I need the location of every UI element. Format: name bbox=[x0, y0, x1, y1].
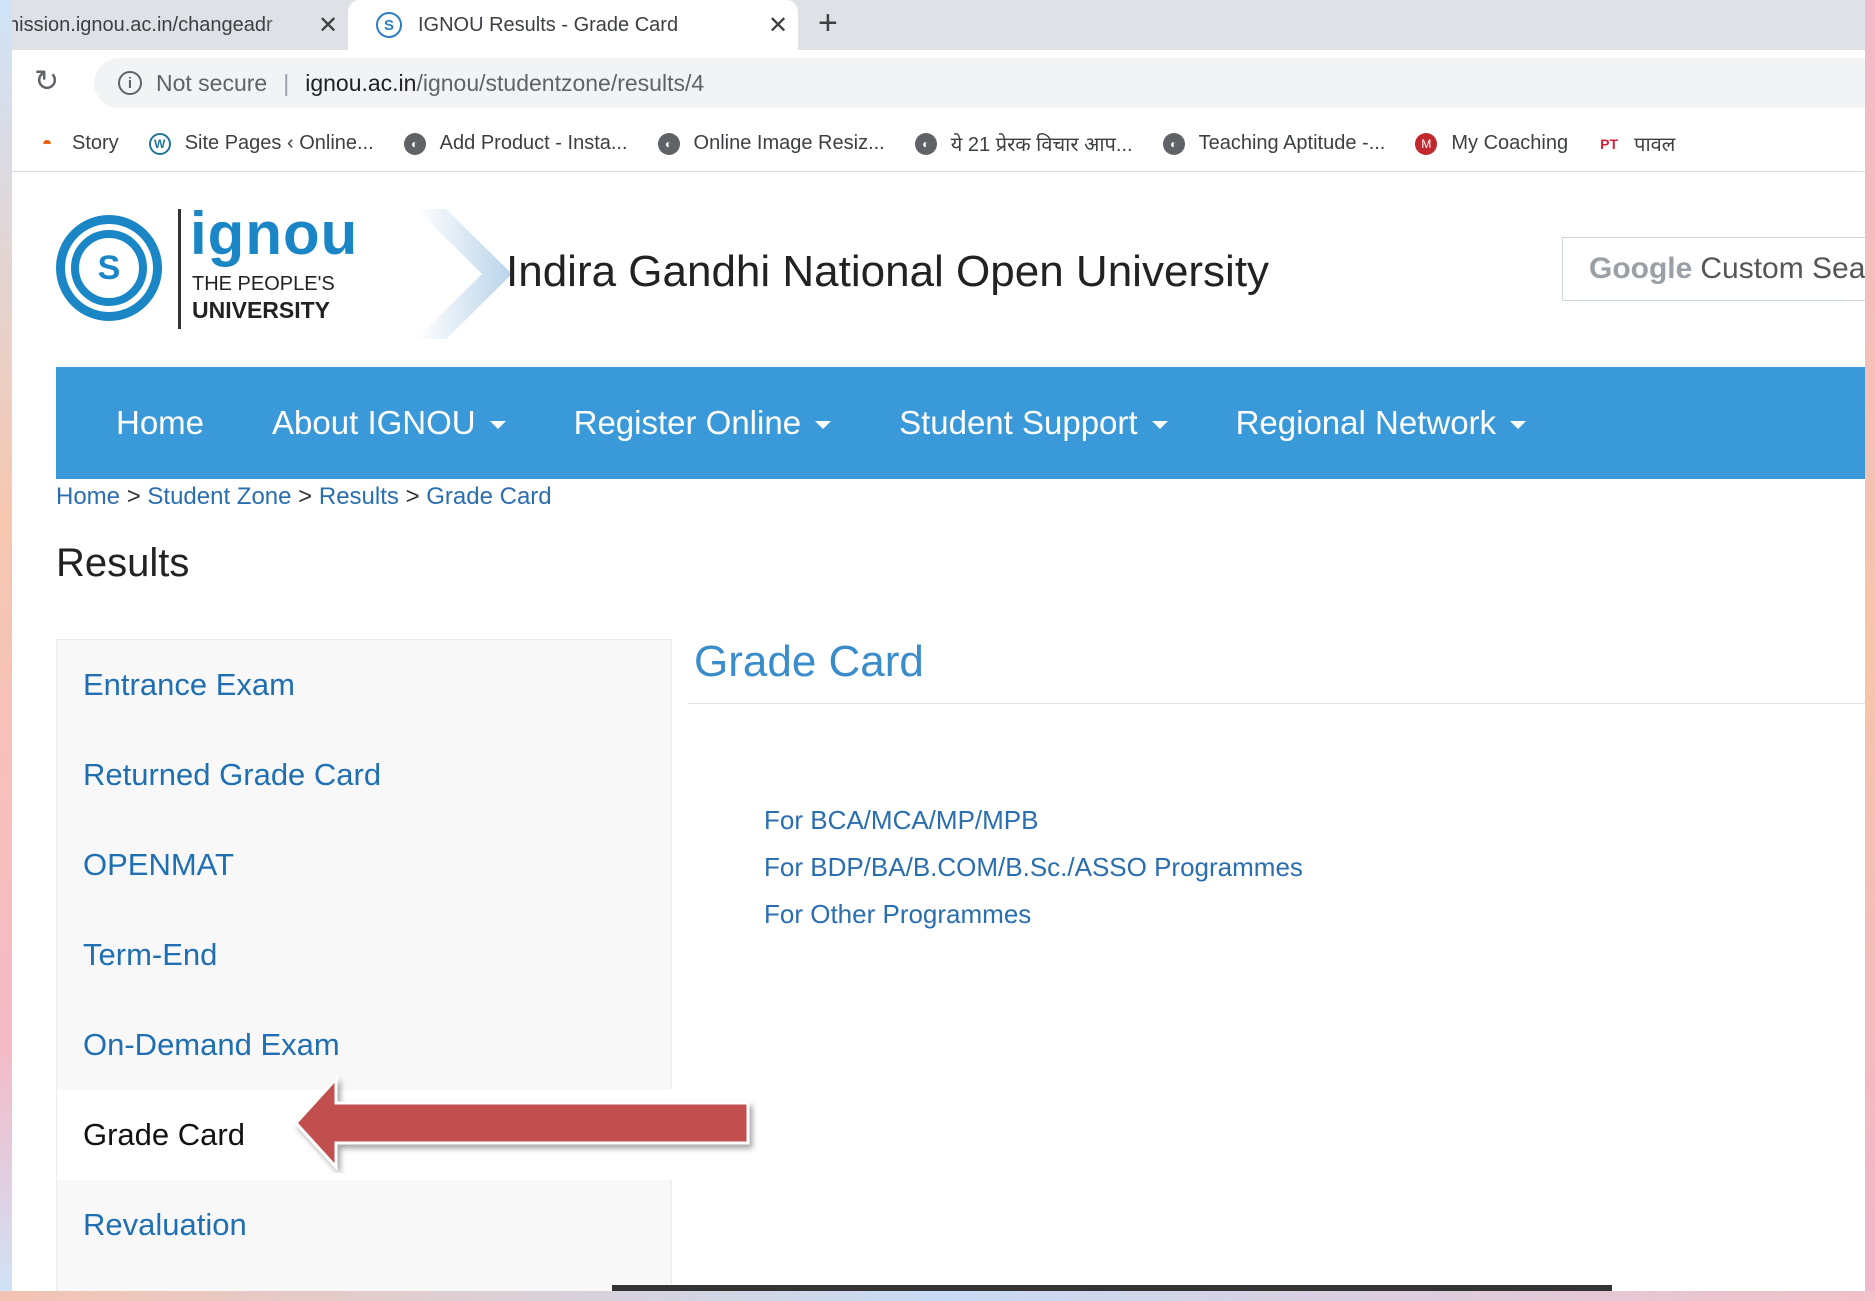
info-icon[interactable]: i bbox=[118, 71, 142, 95]
content-title: Grade Card bbox=[694, 637, 924, 686]
nav-label: Register Online bbox=[573, 404, 802, 441]
frame-bottom-edge bbox=[0, 1291, 1875, 1301]
breadcrumb-separator: > bbox=[126, 483, 141, 510]
ignou-logo[interactable]: S ignou THE PEOPLE'S UNIVERSITY bbox=[56, 200, 376, 329]
page-title: Results bbox=[56, 541, 190, 585]
bookmark-pawal[interactable]: PT पावल bbox=[1598, 130, 1675, 157]
breadcrumb-separator: > bbox=[405, 483, 420, 510]
bookmark-label: Online Image Resiz... bbox=[693, 132, 885, 154]
breadcrumb-student-zone[interactable]: Student Zone bbox=[147, 483, 291, 510]
plus-icon[interactable]: + bbox=[818, 4, 838, 43]
nav-about-ignou[interactable]: About IGNOU bbox=[272, 404, 506, 442]
bookmark-image-resizer[interactable]: ◐ Online Image Resiz... bbox=[657, 132, 885, 155]
nav-label: Student Support bbox=[899, 404, 1138, 441]
link-bca-mca[interactable]: For BCA/MCA/MP/MPB bbox=[764, 805, 1303, 836]
web-page: S ignou THE PEOPLE'S UNIVERSITY Indira G… bbox=[12, 173, 1865, 1291]
tab-results[interactable]: S IGNOU Results - Grade Card ✕ bbox=[348, 0, 798, 50]
breadcrumb: Home > Student Zone > Results > Grade Ca… bbox=[56, 483, 552, 511]
main-nav: Home About IGNOU Register Online Student… bbox=[56, 367, 1865, 479]
taskbar-edge bbox=[612, 1285, 1612, 1291]
url-separator: | bbox=[283, 69, 290, 96]
sidebar-item-openmat[interactable]: OPENMAT bbox=[57, 820, 673, 910]
story-icon: ◓ bbox=[41, 133, 53, 153]
ignou-favicon-icon: S bbox=[376, 12, 402, 38]
left-arrow-icon bbox=[293, 1075, 750, 1171]
close-icon[interactable]: ✕ bbox=[308, 11, 348, 40]
bookmark-site-pages[interactable]: W Site Pages ‹ Online... bbox=[148, 132, 374, 155]
bookmark-label: Story bbox=[72, 132, 119, 154]
nav-register-online[interactable]: Register Online bbox=[573, 404, 832, 442]
nav-student-support[interactable]: Student Support bbox=[899, 404, 1168, 442]
reload-icon[interactable]: ↻ bbox=[34, 64, 59, 99]
bookmark-add-product[interactable]: ◐ Add Product - Insta... bbox=[403, 132, 628, 155]
my-coaching-icon: M bbox=[1415, 132, 1438, 155]
results-sidebar: Entrance Exam Returned Grade Card OPENMA… bbox=[56, 639, 673, 1291]
site-title: Indira Gandhi National Open University bbox=[506, 247, 1270, 296]
nav-label: Regional Network bbox=[1235, 404, 1497, 441]
globe-icon: ◐ bbox=[657, 132, 680, 155]
globe-icon: ◐ bbox=[914, 132, 937, 155]
tab-title: hission.ignou.ac.in/changeadr bbox=[12, 13, 273, 36]
caret-down-icon bbox=[489, 421, 506, 429]
globe-icon: ◐ bbox=[403, 132, 426, 155]
bookmark-label: पावल bbox=[1634, 134, 1676, 156]
breadcrumb-results[interactable]: Results bbox=[319, 483, 399, 510]
address-bar[interactable]: i Not secure | ignou.ac.in /ignou/studen… bbox=[94, 58, 1865, 108]
header-chevron-icon bbox=[416, 209, 512, 339]
frame-left-edge bbox=[0, 0, 12, 1301]
security-label[interactable]: Not secure bbox=[156, 70, 267, 97]
bookmark-label: My Coaching bbox=[1451, 132, 1569, 154]
bookmark-story[interactable]: ◓ Story bbox=[36, 132, 119, 155]
google-brand: Google bbox=[1589, 252, 1693, 285]
caret-down-icon bbox=[1151, 421, 1168, 429]
sidebar-item-term-end[interactable]: Term-End bbox=[57, 910, 673, 1000]
address-toolbar: ↻ i Not secure | ignou.ac.in /ignou/stud… bbox=[12, 50, 1865, 116]
bookmark-hindi-quotes[interactable]: ◐ ये 21 प्रेरक विचार आप... bbox=[914, 130, 1133, 157]
bookmark-label: Teaching Aptitude -... bbox=[1198, 132, 1386, 154]
caret-down-icon bbox=[815, 421, 832, 429]
grade-card-links: For BCA/MCA/MP/MPB For BDP/BA/B.COM/B.Sc… bbox=[764, 805, 1303, 946]
bookmark-teaching-aptitude[interactable]: ◐ Teaching Aptitude -... bbox=[1162, 132, 1386, 155]
content-divider bbox=[688, 703, 1865, 704]
browser-window: hission.ignou.ac.in/changeadr ✕ S IGNOU … bbox=[12, 0, 1865, 1291]
bookmark-label: ये 21 प्रेरक विचार आप... bbox=[950, 134, 1133, 156]
globe-icon: ◐ bbox=[1162, 132, 1185, 155]
tab-strip: hission.ignou.ac.in/changeadr ✕ S IGNOU … bbox=[12, 0, 1865, 50]
frame-right-edge bbox=[1865, 0, 1875, 1301]
link-bdp-ba[interactable]: For BDP/BA/B.COM/B.Sc./ASSO Programmes bbox=[764, 852, 1303, 883]
nav-label: Home bbox=[116, 404, 205, 441]
nav-regional-network[interactable]: Regional Network bbox=[1235, 404, 1527, 442]
search-placeholder: Custom Sea bbox=[1700, 252, 1865, 285]
breadcrumb-grade-card[interactable]: Grade Card bbox=[426, 483, 551, 510]
pt-icon: PT bbox=[1600, 135, 1619, 152]
sidebar-item-returned-grade-card[interactable]: Returned Grade Card bbox=[57, 730, 673, 820]
breadcrumb-separator: > bbox=[298, 483, 313, 510]
tab-title: IGNOU Results - Grade Card bbox=[418, 13, 679, 36]
logo-wordmark: ignou bbox=[190, 200, 359, 267]
sidebar-item-entrance-exam[interactable]: Entrance Exam bbox=[57, 640, 673, 730]
logo-divider bbox=[178, 209, 181, 329]
tab-admission[interactable]: hission.ignou.ac.in/changeadr ✕ bbox=[12, 0, 348, 50]
nav-home[interactable]: Home bbox=[116, 404, 204, 442]
logo-emblem-icon: S bbox=[56, 215, 162, 321]
logo-tagline-2: UNIVERSITY bbox=[192, 297, 331, 323]
close-icon[interactable]: ✕ bbox=[758, 11, 798, 40]
breadcrumb-home[interactable]: Home bbox=[56, 483, 120, 510]
search-input[interactable]: Google Custom Sea bbox=[1562, 237, 1865, 301]
sidebar-item-revaluation[interactable]: Revaluation bbox=[57, 1180, 673, 1270]
bookmark-label: Site Pages ‹ Online... bbox=[184, 132, 374, 154]
bookmarks-bar: ◓ Story W Site Pages ‹ Online... ◐ Add P… bbox=[12, 116, 1865, 172]
url-path: /ignou/studentzone/results/4 bbox=[416, 69, 705, 96]
wordpress-icon: W bbox=[148, 132, 171, 155]
nav-label: About IGNOU bbox=[272, 404, 476, 441]
link-other-programmes[interactable]: For Other Programmes bbox=[764, 899, 1303, 930]
caret-down-icon bbox=[1510, 421, 1527, 429]
bookmark-my-coaching[interactable]: M My Coaching bbox=[1415, 132, 1568, 155]
url-host: ignou.ac.in bbox=[305, 69, 417, 96]
logo-tagline-1: THE PEOPLE'S bbox=[192, 273, 335, 295]
bookmark-label: Add Product - Insta... bbox=[439, 132, 628, 154]
